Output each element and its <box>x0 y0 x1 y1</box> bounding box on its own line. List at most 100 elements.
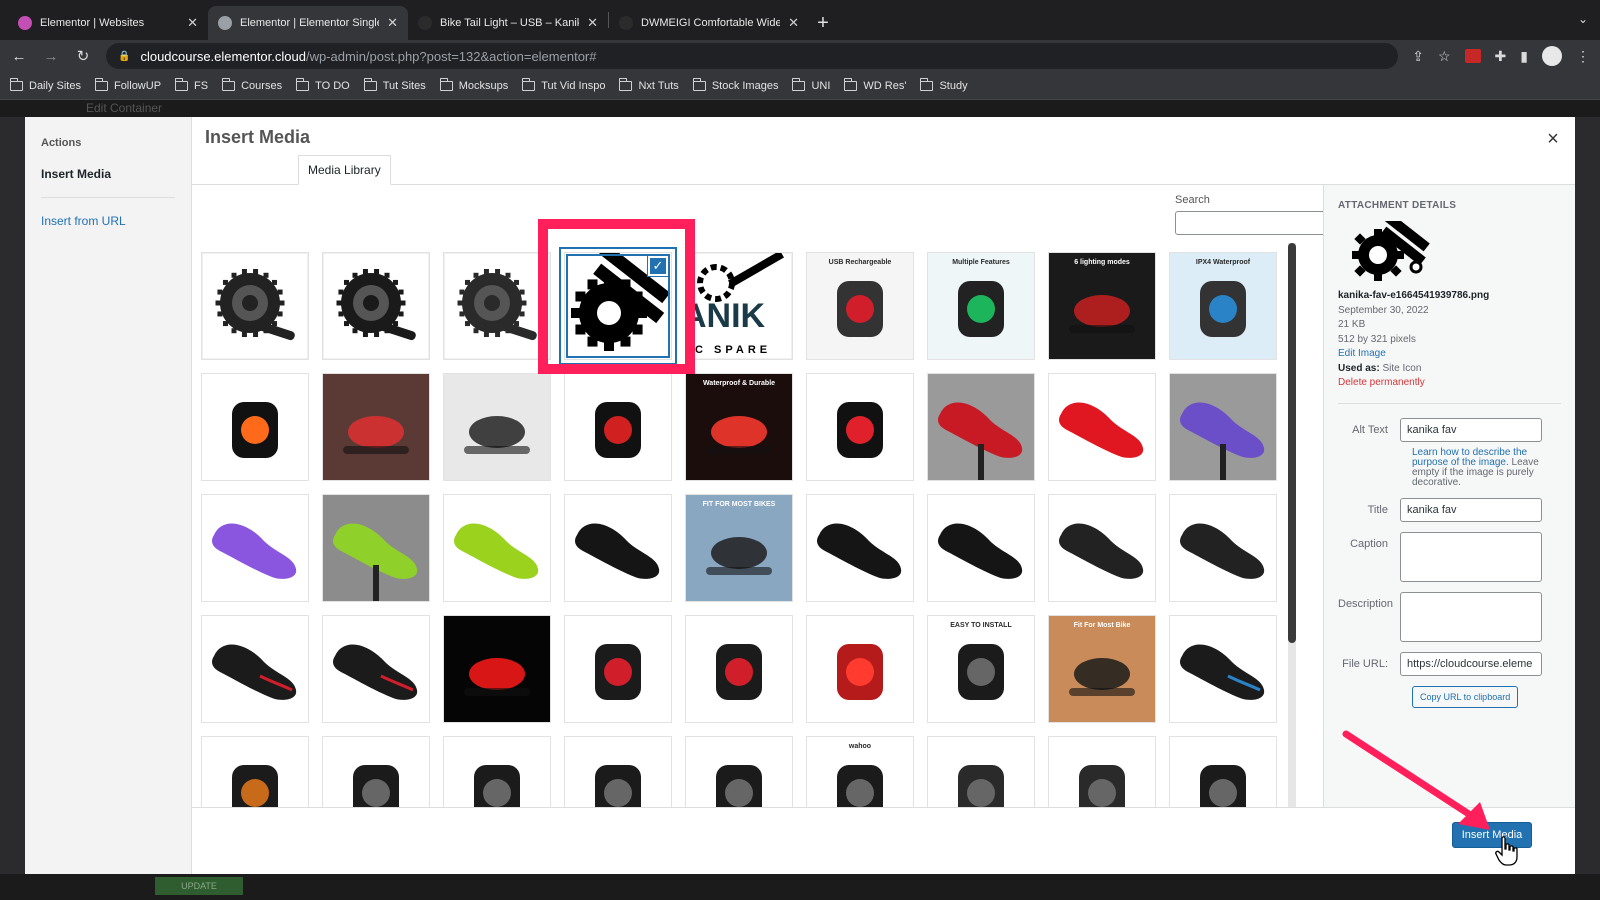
tab-close-icon[interactable]: ✕ <box>387 15 398 31</box>
media-thumbnail[interactable]: Fit For Most Bike <box>1048 615 1156 723</box>
media-thumbnail[interactable]: Waterproof & Durable <box>685 373 793 481</box>
selected-check-icon[interactable]: ✓ <box>648 256 668 276</box>
media-thumbnail[interactable]: wahoo <box>806 736 914 810</box>
media-thumbnail[interactable]: USB Rechargeable <box>806 252 914 360</box>
media-thumbnail[interactable] <box>443 494 551 602</box>
browser-tab[interactable]: Bike Tail Light – USB – Kanika F ✕ <box>408 6 608 40</box>
media-thumbnail[interactable] <box>685 736 793 810</box>
media-thumbnail[interactable] <box>322 615 430 723</box>
bookmark-folder[interactable]: Tut Vid Inspo <box>522 77 605 92</box>
bookmark-folder[interactable]: WD Res' <box>844 77 906 92</box>
profile-avatar[interactable] <box>1542 46 1562 66</box>
close-icon[interactable]: × <box>1541 127 1565 151</box>
description-field[interactable] <box>1400 591 1542 642</box>
media-thumbnail[interactable] <box>201 615 309 723</box>
media-thumbnail[interactable] <box>927 736 1035 810</box>
media-thumbnail[interactable] <box>443 252 551 360</box>
media-thumbnail[interactable] <box>1169 494 1277 602</box>
media-thumbnail[interactable]: Multiple Features <box>927 252 1035 360</box>
extension-badge-icon[interactable] <box>1464 49 1481 63</box>
media-thumbnail[interactable] <box>1169 373 1277 481</box>
media-thumbnail[interactable] <box>927 494 1035 602</box>
sidebar-item-insert-media[interactable]: Insert Media <box>41 167 175 198</box>
tab-close-icon[interactable]: ✕ <box>587 15 598 31</box>
media-thumbnail[interactable] <box>806 373 914 481</box>
tab-close-icon[interactable]: ✕ <box>788 15 799 31</box>
bookmark-folder[interactable]: Stock Images <box>692 77 778 92</box>
media-thumbnail[interactable]: 6 lighting modes <box>1048 252 1156 360</box>
media-thumbnail[interactable] <box>564 736 672 810</box>
media-thumbnail[interactable] <box>201 252 309 360</box>
alt-text-help-link[interactable]: Learn how to describe the purpose of the… <box>1412 447 1527 468</box>
media-thumbnail[interactable]: EASY TO INSTALL <box>927 615 1035 723</box>
forward-icon[interactable]: → <box>42 48 60 65</box>
bookmark-folder[interactable]: FollowUP <box>94 77 161 92</box>
delete-permanently-link[interactable]: Delete permanently <box>1338 377 1425 388</box>
reload-icon[interactable]: ↻ <box>74 47 92 65</box>
back-icon[interactable]: ← <box>10 48 28 65</box>
bookmark-folder[interactable]: Nxt Tuts <box>619 77 679 92</box>
bookmark-folder[interactable]: FS <box>175 77 208 92</box>
grid-scrollbar[interactable] <box>1288 243 1296 808</box>
media-thumbnail[interactable]: ANIK IC SPARE <box>685 252 793 360</box>
media-thumbnail[interactable] <box>443 373 551 481</box>
media-thumbnail[interactable] <box>685 615 793 723</box>
copy-url-button[interactable]: Copy URL to clipboard <box>1412 685 1519 708</box>
share-icon[interactable]: ⇪ <box>1412 48 1424 65</box>
tab-search-icon[interactable]: ⌄ <box>1578 12 1588 26</box>
browser-menu-icon[interactable]: ⋮ <box>1576 48 1590 65</box>
insert-media-button[interactable]: Insert Media <box>1452 822 1532 848</box>
media-thumbnail[interactable]: ✓ <box>564 252 672 360</box>
sidebar-item-insert-from-url[interactable]: Insert from URL <box>41 214 175 228</box>
bookmark-folder[interactable]: Mocksups <box>439 77 508 92</box>
file-url-field[interactable] <box>1400 651 1542 676</box>
update-button[interactable]: UPDATE <box>155 877 243 895</box>
media-thumbnail[interactable] <box>1169 615 1277 723</box>
media-thumbnail[interactable] <box>927 373 1035 481</box>
bookmark-folder[interactable]: UNI <box>792 77 830 92</box>
bookmark-star-icon[interactable]: ☆ <box>1438 48 1451 65</box>
media-thumbnail[interactable] <box>564 615 672 723</box>
bookmark-folder[interactable]: TO DO <box>296 77 350 92</box>
thumbnail-badge: Waterproof & Durable <box>702 380 776 387</box>
media-thumbnail[interactable] <box>806 494 914 602</box>
browser-tab[interactable]: DWMEIGI Comfortable Wide Bi ✕ <box>609 6 809 40</box>
media-thumbnail[interactable]: FIT FOR MOST BIKES <box>685 494 793 602</box>
caption-field[interactable] <box>1400 531 1542 582</box>
media-thumbnail[interactable] <box>322 252 430 360</box>
tab-close-icon[interactable]: ✕ <box>187 15 198 31</box>
media-thumbnail[interactable] <box>564 373 672 481</box>
bookmark-folder[interactable]: Courses <box>222 77 282 92</box>
thumbnail-badge: IPX4 Waterproof <box>1195 259 1251 266</box>
media-thumbnail[interactable] <box>322 494 430 602</box>
alt-text-field[interactable] <box>1400 417 1542 442</box>
media-thumbnail[interactable] <box>322 736 430 810</box>
media-thumbnail[interactable] <box>201 373 309 481</box>
media-thumbnail[interactable] <box>201 736 309 810</box>
bookmark-folder[interactable]: Study <box>920 77 968 92</box>
extensions-puzzle-icon[interactable]: ✚ <box>1495 48 1507 65</box>
edit-image-link[interactable]: Edit Image <box>1338 348 1386 359</box>
thumbnail-image <box>1170 616 1276 722</box>
media-thumbnail[interactable] <box>806 615 914 723</box>
media-thumbnail[interactable] <box>1048 373 1156 481</box>
media-thumbnail[interactable] <box>322 373 430 481</box>
bookmark-folder[interactable]: Tut Sites <box>363 77 426 92</box>
tab-media-library[interactable]: Media Library <box>298 155 391 185</box>
media-thumbnail[interactable] <box>443 736 551 810</box>
new-tab-button[interactable]: + <box>809 6 837 40</box>
media-thumbnail[interactable] <box>443 615 551 723</box>
title-field[interactable] <box>1400 497 1542 522</box>
side-panel-icon[interactable]: ▮ <box>1520 48 1528 65</box>
browser-tab[interactable]: Elementor | Websites ✕ <box>8 6 208 40</box>
bookmark-folder[interactable]: Daily Sites <box>10 77 81 92</box>
search-input[interactable] <box>1175 211 1341 235</box>
media-thumbnail[interactable] <box>1048 736 1156 810</box>
browser-tab[interactable]: Elementor | Elementor Single P ✕ <box>208 6 408 40</box>
media-thumbnail[interactable]: IPX4 Waterproof <box>1169 252 1277 360</box>
media-thumbnail[interactable] <box>564 494 672 602</box>
media-thumbnail[interactable] <box>1048 494 1156 602</box>
media-thumbnail[interactable] <box>1169 736 1277 810</box>
address-bar[interactable]: 🔒 cloudcourse.elementor.cloud/wp-admin/p… <box>106 43 1399 69</box>
media-thumbnail[interactable] <box>201 494 309 602</box>
